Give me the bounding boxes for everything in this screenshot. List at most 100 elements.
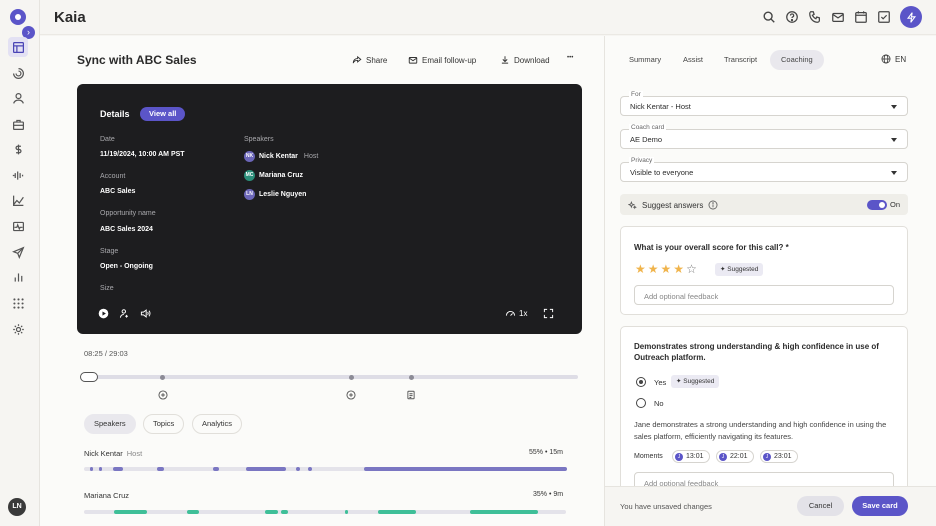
- privacy-select[interactable]: Privacy Visible to everyone: [620, 157, 908, 182]
- nav-settings-icon[interactable]: [8, 319, 28, 339]
- top-bar: Kaia: [40, 0, 936, 35]
- stage-value: Open - Ongoing: [100, 263, 153, 270]
- language-selector[interactable]: EN: [881, 54, 906, 64]
- fullscreen-icon[interactable]: [543, 308, 554, 319]
- panel-footer: You have unsaved changes Cancel Save car…: [605, 486, 936, 526]
- speaker-item: MC Mariana Cruz: [244, 170, 303, 181]
- nav-deals-icon[interactable]: [8, 114, 28, 134]
- answer-yes-radio[interactable]: Yes: [636, 377, 666, 387]
- talk-segment: [364, 467, 567, 471]
- help-icon[interactable]: [785, 10, 799, 24]
- talk-track-bar[interactable]: [84, 467, 567, 471]
- cancel-button[interactable]: Cancel: [797, 496, 844, 516]
- globe-icon: [881, 54, 891, 64]
- for-label: For: [629, 91, 643, 98]
- filter-tab-topics[interactable]: Topics: [143, 414, 185, 434]
- info-icon[interactable]: [708, 200, 718, 210]
- talk-track-stats: 55% • 15m: [529, 449, 563, 456]
- note-icon[interactable]: [406, 387, 416, 400]
- tab-transcript[interactable]: Transcript: [713, 50, 768, 70]
- suggest-answers-toggle[interactable]: [867, 200, 887, 210]
- caret-down-icon: [891, 138, 897, 142]
- radio-icon: [636, 398, 646, 408]
- star-icon[interactable]: ★: [673, 262, 684, 276]
- talk-segment: [470, 510, 538, 514]
- view-all-button[interactable]: View all: [140, 107, 186, 121]
- stage-label: Stage: [100, 248, 119, 255]
- phone-icon[interactable]: [808, 10, 822, 24]
- nav-reports-icon[interactable]: [8, 267, 28, 287]
- speaker-avatar: NK: [244, 151, 255, 162]
- suggest-answers-label: Suggest answers: [642, 200, 704, 210]
- toggle-state: On: [890, 200, 901, 209]
- nav-contacts-icon[interactable]: [8, 88, 28, 108]
- search-icon[interactable]: [762, 10, 776, 24]
- timeline-marker[interactable]: [409, 375, 414, 380]
- star-icon[interactable]: ★: [635, 262, 646, 276]
- play-icon[interactable]: [98, 308, 109, 319]
- nav-revenue-icon[interactable]: [8, 139, 28, 159]
- filter-tab-analytics[interactable]: Analytics: [192, 414, 243, 434]
- volume-icon[interactable]: [140, 308, 151, 319]
- nav-voice-icon[interactable]: [8, 165, 28, 185]
- speedometer-icon: [505, 310, 516, 316]
- talk-track-bar[interactable]: [84, 510, 566, 514]
- talk-track-stats: 35% • 9m: [533, 491, 564, 498]
- for-select[interactable]: For Nick Kentar - Host: [620, 91, 908, 116]
- tab-coaching[interactable]: Coaching: [770, 50, 824, 70]
- coach-card-select[interactable]: Coach card AE Demo: [620, 124, 908, 149]
- logo-icon[interactable]: [10, 9, 26, 25]
- tab-summary[interactable]: Summary: [618, 50, 672, 70]
- nav-pulse-icon[interactable]: [8, 216, 28, 236]
- moments-label: Moments: [634, 453, 663, 460]
- save-card-button[interactable]: Save card: [852, 496, 908, 516]
- timeline-scrubber[interactable]: [80, 372, 98, 382]
- opportunity-label: Opportunity name: [100, 210, 156, 217]
- talk-track-name: Nick Kentar Host: [84, 449, 143, 458]
- nav-send-icon[interactable]: [8, 242, 28, 262]
- account-value: ABC Sales: [100, 188, 136, 195]
- add-moment-icon[interactable]: [158, 387, 168, 400]
- nav-meetings-icon[interactable]: [8, 37, 28, 57]
- email-follow-up-button[interactable]: Email follow-up: [408, 55, 476, 65]
- meeting-title: Sync with ABC Sales: [77, 53, 197, 67]
- playback-speed-button[interactable]: 1x: [505, 308, 527, 319]
- coach-card-label: Coach card: [629, 124, 667, 131]
- date-label: Date: [100, 136, 115, 143]
- question-card: What is your overall score for this call…: [620, 226, 908, 315]
- tab-assist[interactable]: Assist: [672, 50, 714, 70]
- timeline-marker[interactable]: [349, 375, 354, 380]
- nav-activity-icon[interactable]: [8, 63, 28, 83]
- add-moment-icon[interactable]: [346, 387, 356, 400]
- nav-trends-icon[interactable]: [8, 190, 28, 210]
- share-button[interactable]: Share: [352, 55, 387, 65]
- filter-tab-speakers[interactable]: Speakers: [84, 414, 136, 434]
- assistant-bolt-icon[interactable]: [900, 6, 922, 28]
- moment-chip[interactable]: J 13:01: [672, 450, 710, 463]
- app-title: Kaia: [54, 9, 86, 26]
- playback-time: 08:25 / 29:03: [84, 349, 128, 358]
- more-options-button[interactable]: •••: [567, 55, 573, 61]
- star-icon[interactable]: ★: [648, 262, 659, 276]
- star-icon[interactable]: ★: [661, 262, 672, 276]
- timeline-marker[interactable]: [160, 375, 165, 380]
- mail-icon[interactable]: [831, 10, 845, 24]
- feedback-input[interactable]: Add optional feedback: [634, 285, 894, 305]
- talk-segment: [187, 510, 199, 514]
- talk-segment: [345, 510, 348, 514]
- user-avatar[interactable]: LN: [8, 498, 26, 516]
- calendar-icon[interactable]: [854, 10, 868, 24]
- speakers-label: Speakers: [244, 136, 274, 143]
- moment-chip[interactable]: J 23:01: [760, 450, 798, 463]
- star-outline-icon[interactable]: ☆: [686, 262, 697, 276]
- caret-down-icon: [891, 171, 897, 175]
- answer-no-radio[interactable]: No: [636, 398, 664, 408]
- tasks-icon[interactable]: [877, 10, 891, 24]
- speaker-item: NK Nick Kentar Host: [244, 151, 319, 162]
- participants-icon[interactable]: [119, 308, 130, 319]
- video-player[interactable]: Details View all Date 11/19/2024, 10:00 …: [77, 84, 582, 334]
- nav-apps-icon[interactable]: [8, 293, 28, 313]
- download-button[interactable]: Download: [500, 55, 550, 65]
- star-rating[interactable]: ★ ★ ★ ★ ☆: [635, 262, 697, 276]
- moment-chip[interactable]: J 22:01: [716, 450, 754, 463]
